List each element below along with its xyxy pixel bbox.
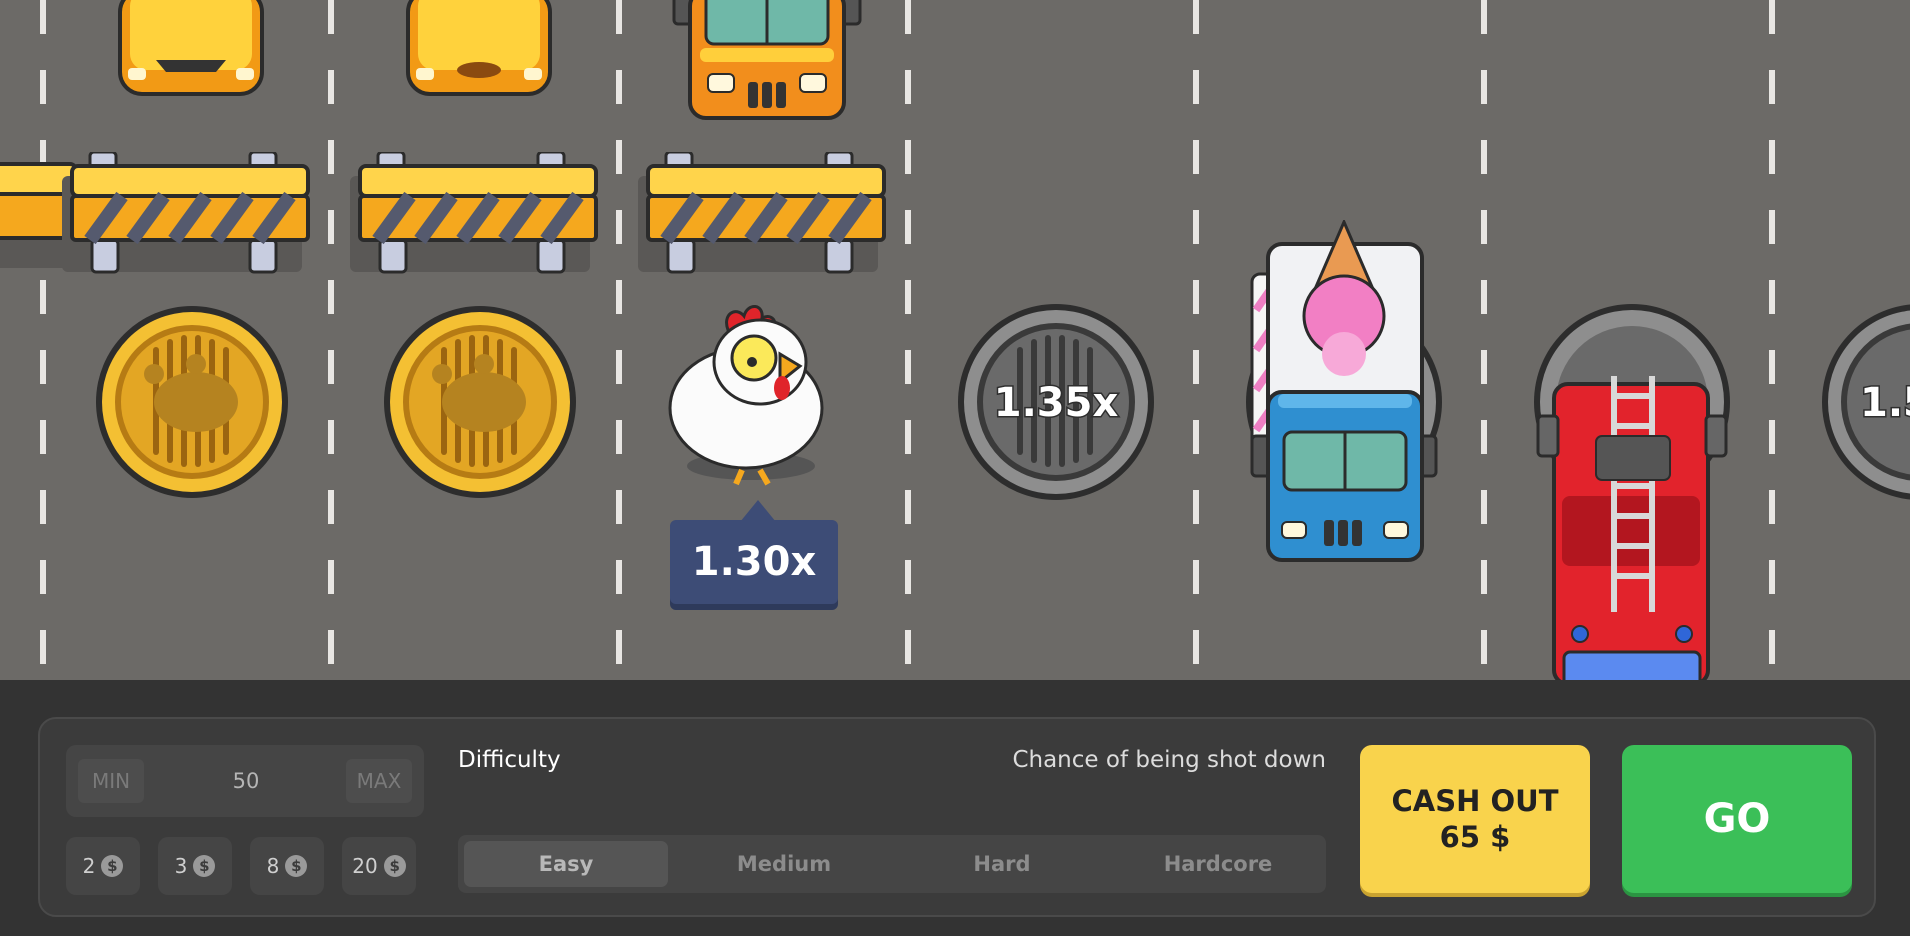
- manhole-label: 1.5: [1860, 380, 1910, 426]
- lane-divider: [1769, 0, 1775, 680]
- lane-divider: [40, 0, 46, 680]
- cash-out-label: CASH OUT: [1391, 784, 1559, 818]
- manhole-multiplier: 1.5: [1820, 302, 1910, 502]
- lane-divider: [616, 0, 622, 680]
- road: 1.30x 1.35x 1.: [0, 0, 1910, 680]
- ice-cream-truck: [1250, 220, 1438, 562]
- lane-divider: [905, 0, 911, 680]
- bet-amount-box: MIN 50 MAX: [66, 745, 424, 817]
- quick-bet-value: 2: [82, 854, 96, 878]
- fire-truck: [1536, 376, 1728, 680]
- chicken-icon: [668, 305, 824, 486]
- cash-out-amount: 65 $: [1439, 820, 1511, 854]
- dollar-coin-icon: $: [285, 855, 308, 877]
- manhole-multiplier: 1.35x: [956, 302, 1156, 502]
- dollar-coin-icon: $: [193, 855, 216, 877]
- car-yellow: [118, 0, 264, 96]
- tooltip-arrow: [740, 500, 776, 522]
- chance-label: Chance of being shot down: [1012, 747, 1326, 773]
- barrier: [350, 152, 598, 274]
- go-button[interactable]: GO: [1622, 745, 1852, 893]
- quick-bet-value: 8: [266, 854, 280, 878]
- car-yellow: [406, 0, 552, 96]
- quick-bet-value: 3: [174, 854, 188, 878]
- truck-orange: [672, 0, 862, 120]
- barrier: [62, 152, 310, 274]
- current-multiplier: 1.30x: [670, 520, 838, 604]
- quick-bet-value: 20: [352, 854, 378, 878]
- quick-bet-button[interactable]: 2 $: [66, 837, 140, 895]
- difficulty-medium[interactable]: Medium: [682, 841, 886, 887]
- difficulty-hardcore[interactable]: Hardcore: [1116, 841, 1320, 887]
- gold-coin-icon: [96, 306, 288, 498]
- difficulty-hard[interactable]: Hard: [900, 841, 1104, 887]
- quick-bet-button[interactable]: 8 $: [250, 837, 324, 895]
- lane-divider: [328, 0, 334, 680]
- manhole-label: 1.35x: [994, 380, 1119, 426]
- barrier: [638, 152, 886, 274]
- difficulty-label: Difficulty: [458, 747, 561, 773]
- dollar-coin-icon: $: [101, 855, 124, 877]
- quick-bet-button[interactable]: 20 $: [342, 837, 416, 895]
- max-bet-button[interactable]: MAX: [346, 759, 412, 803]
- difficulty-selector: Easy Medium Hard Hardcore: [458, 835, 1326, 893]
- difficulty-easy[interactable]: Easy: [464, 841, 668, 887]
- quick-bet-button[interactable]: 3 $: [158, 837, 232, 895]
- lane-divider: [1193, 0, 1199, 680]
- dollar-coin-icon: $: [383, 855, 406, 877]
- min-bet-button[interactable]: MIN: [78, 759, 144, 803]
- multiplier-tooltip: 1.30x: [670, 500, 838, 604]
- cash-out-button[interactable]: CASH OUT 65 $: [1360, 745, 1590, 893]
- bet-amount-input[interactable]: 50: [176, 745, 316, 817]
- control-panel: MIN 50 MAX 2 $ 3 $ 8 $ 20 $ Difficulty C…: [38, 717, 1876, 917]
- lane-divider: [1481, 0, 1487, 680]
- gold-coin-icon: [384, 306, 576, 498]
